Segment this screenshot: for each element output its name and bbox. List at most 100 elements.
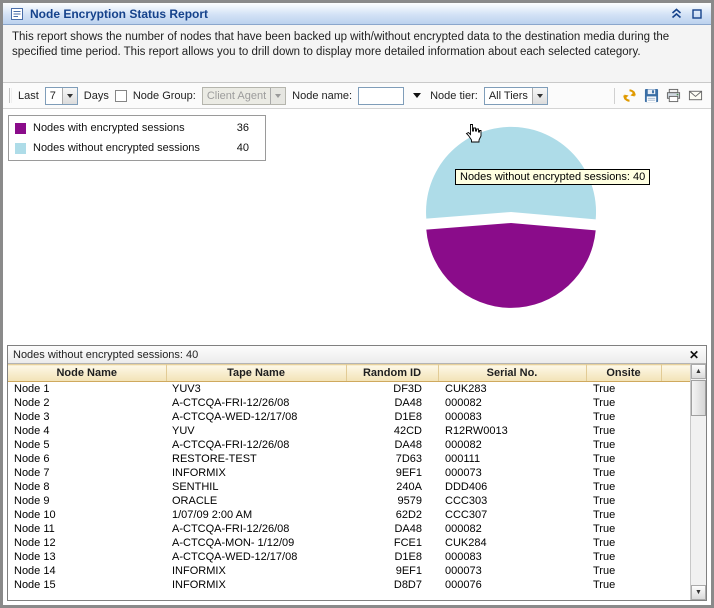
table-cell: True [593, 564, 616, 577]
table-cell: FCE1 [393, 536, 422, 549]
table-cell: DF3D [393, 382, 422, 395]
window-restore-icon[interactable] [689, 6, 705, 22]
table-cell: YUV3 [172, 382, 201, 395]
table-cell: 000082 [445, 396, 482, 409]
table-cell: INFORMIX [172, 564, 226, 577]
table-row[interactable]: Node 9 ORACLE 9579 CCC303 True [8, 494, 690, 508]
table-cell: D1E8 [394, 410, 422, 423]
table-cell: 000083 [445, 410, 482, 423]
table-cell: A-CTCQA-WED-12/17/08 [172, 410, 298, 423]
email-icon[interactable] [686, 86, 705, 105]
days-select[interactable]: 7 [44, 86, 78, 105]
scroll-up-icon[interactable]: ▲ [691, 364, 706, 379]
table-cell: 000082 [445, 522, 482, 535]
table-cell: 000073 [445, 466, 482, 479]
table-cell: True [593, 410, 616, 423]
table-cell: 000082 [445, 438, 482, 451]
refresh-icon[interactable] [620, 86, 639, 105]
legend-item-unencrypted: Nodes without encrypted sessions 40 [15, 142, 259, 154]
vertical-scrollbar[interactable]: ▲ ▼ [690, 364, 706, 600]
table-cell: DA48 [394, 438, 422, 451]
table-row[interactable]: Node 1 YUV3 DF3D CUK283 True [8, 382, 690, 396]
table-cell: 000111 [445, 452, 481, 465]
table-cell-filler [661, 466, 690, 480]
table-cell: Node 6 [14, 452, 50, 465]
table-row[interactable]: Node 3 A-CTCQA-WED-12/17/08 D1E8 000083 True [8, 410, 690, 424]
table-cell: 62D2 [395, 508, 422, 521]
node-name-input[interactable] [358, 86, 405, 105]
table-cell-filler [661, 564, 690, 578]
legend-label: Nodes without encrypted sessions [33, 142, 200, 154]
save-icon[interactable] [642, 86, 661, 105]
column-header-random-id[interactable]: Random ID [346, 364, 439, 382]
table-row[interactable]: Node 4 YUV 42CD R12RW0013 True [8, 424, 690, 438]
print-icon[interactable] [664, 86, 683, 105]
table-row[interactable]: Node 2 A-CTCQA-FRI-12/26/08 DA48 000082 True [8, 396, 690, 410]
table-cell: A-CTCQA-MON- 1/12/09 [172, 536, 295, 549]
scrollbar-thumb[interactable] [691, 380, 706, 416]
table-cell: SENTHIL [172, 480, 219, 493]
legend-swatch-unencrypted [15, 142, 26, 154]
table-row[interactable]: Node 12 A-CTCQA-MON- 1/12/09 FCE1 CUK284 Tru… [8, 536, 690, 550]
table-row[interactable]: Node 7 INFORMIX 9EF1 000073 True [8, 466, 690, 480]
chart-tooltip: Nodes without encrypted sessions: 40 [455, 169, 651, 185]
table-cell-filler [661, 550, 690, 564]
close-icon[interactable]: ✕ [687, 348, 701, 362]
table-cell: Node 4 [14, 424, 50, 437]
column-header-filler [661, 364, 690, 382]
node-group-checkbox[interactable] [114, 89, 127, 102]
table-cell: True [593, 382, 616, 395]
table-cell: True [593, 438, 616, 451]
column-header-tape-name[interactable]: Tape Name [166, 364, 347, 382]
table-row[interactable]: Node 13 A-CTCQA-WED-12/17/08 D1E8 000083 Tru… [8, 550, 690, 564]
table-cell-filler [661, 438, 690, 452]
table-cell: True [593, 578, 616, 591]
collapse-panel-icon[interactable] [668, 6, 684, 22]
table-cell: True [593, 480, 616, 493]
table-row[interactable]: Node 5 A-CTCQA-FRI-12/26/08 DA48 000082 True [8, 438, 690, 452]
table-cell: Node 3 [14, 410, 50, 423]
table-cell-filler [661, 522, 690, 536]
node-tier-label: Node tier: [430, 89, 478, 102]
table-cell-filler [661, 480, 690, 494]
report-widget: Node Encryption Status Report This repor… [0, 0, 714, 608]
table-cell: CUK283 [445, 382, 487, 395]
node-group-select[interactable]: Client Agent [201, 86, 287, 105]
column-header-node-name[interactable]: Node Name [8, 364, 167, 382]
table-cell: True [593, 396, 616, 409]
table-cell: Node 7 [14, 466, 50, 479]
node-name-label: Node name: [292, 89, 353, 102]
table-body: Node 1 YUV3 DF3D CUK283 True Node 2 A-CTCQA-FR… [8, 382, 690, 592]
column-header-onsite[interactable]: Onsite [586, 364, 662, 382]
table-cell: 9EF1 [395, 466, 422, 479]
table-cell: CCC303 [445, 494, 488, 507]
column-header-serial-no[interactable]: Serial No. [438, 364, 587, 382]
table-header-row: Node Name Tape Name Random ID Serial No.… [8, 364, 690, 382]
table-row[interactable]: Node 15 INFORMIX D8D7 000076 True [8, 578, 690, 592]
node-group-select-value: Client Agent [206, 89, 267, 102]
table-cell: Node 11 [14, 522, 55, 535]
days-label: Days [83, 89, 109, 102]
table-cell: ORACLE [172, 494, 218, 507]
node-name-dropdown-icon[interactable] [410, 88, 424, 104]
table-row[interactable]: Node 6 RESTORE-TEST 7D63 000111 True [8, 452, 690, 466]
table-cell: Node 5 [14, 438, 50, 451]
report-description: This report shows the number of nodes th… [3, 25, 711, 83]
table-cell: True [593, 550, 616, 563]
table-row[interactable]: Node 10 1/07/09 2:00 AM 62D2 CCC307 True [8, 508, 690, 522]
pie-slice-encrypted[interactable] [426, 223, 596, 308]
scroll-down-icon[interactable]: ▼ [691, 585, 706, 600]
table-cell: Node 13 [14, 550, 56, 563]
legend-label: Nodes with encrypted sessions [33, 122, 185, 134]
detail-panel: Nodes without encrypted sessions: 40 ✕ N… [7, 345, 707, 601]
table-row[interactable]: Node 11 A-CTCQA-FRI-12/26/08 DA48 000082 Tru… [8, 522, 690, 536]
node-tier-select[interactable]: All Tiers [483, 86, 548, 105]
table-cell: Node 1 [14, 382, 50, 395]
toolbar-separator [614, 87, 615, 104]
table-cell: 42CD [393, 424, 422, 437]
table-cell: True [593, 536, 616, 549]
legend-swatch-encrypted [15, 122, 26, 134]
table-row[interactable]: Node 8 SENTHIL 240A DDD406 True [8, 480, 690, 494]
report-icon [9, 6, 25, 22]
table-row[interactable]: Node 14 INFORMIX 9EF1 000073 True [8, 564, 690, 578]
